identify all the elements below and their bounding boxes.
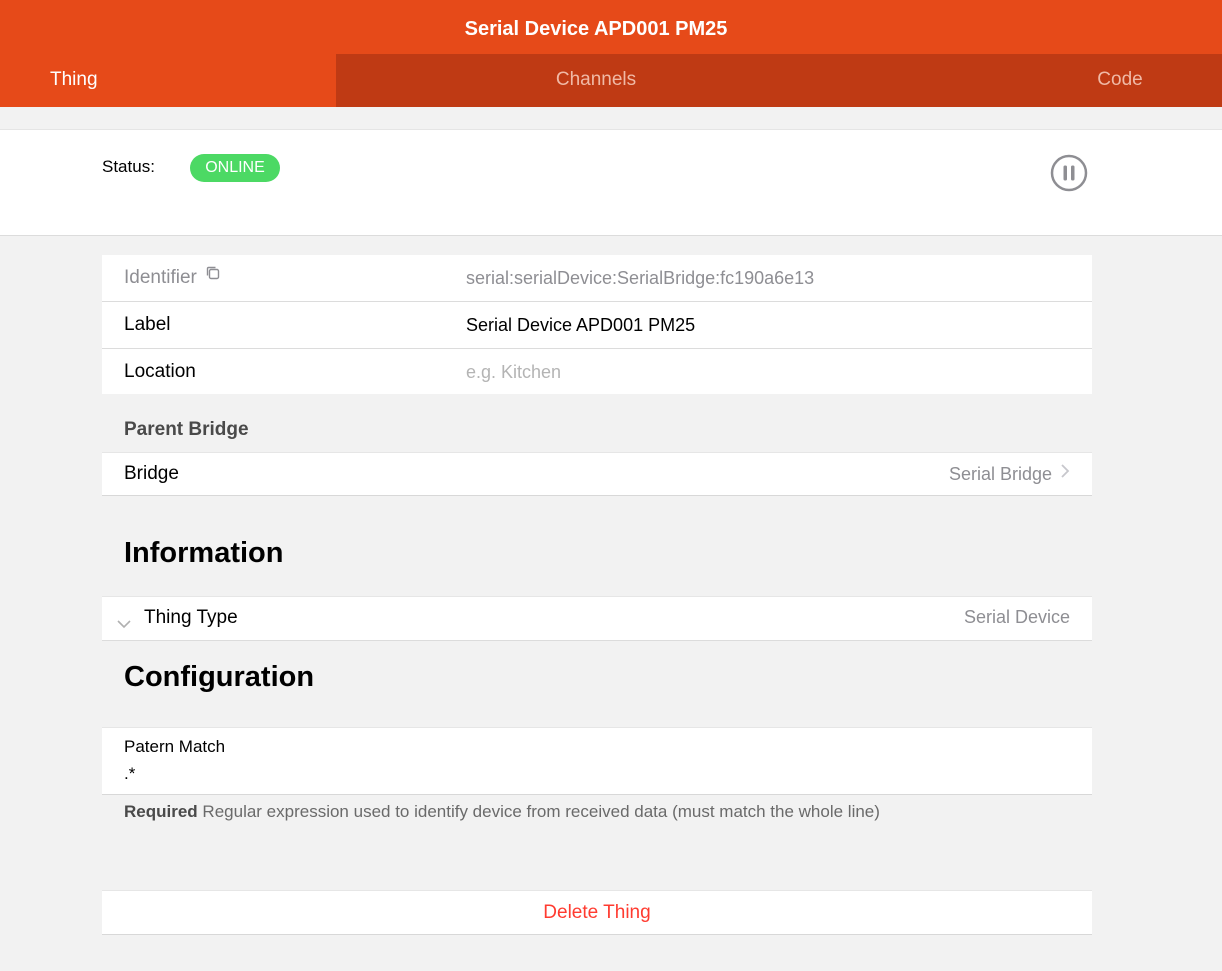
identifier-label: Identifier [124, 267, 221, 289]
chevron-right-icon [1060, 463, 1070, 484]
thing-type-value: Serial Device [963, 607, 1070, 627]
pause-circle-icon [1050, 154, 1088, 192]
tab-channels[interactable]: Channels [336, 54, 856, 107]
configuration-list: Patern Match [102, 727, 1092, 795]
parent-bridge-title: Parent Bridge [124, 419, 249, 440]
identifier-value: serial:serialDevice:SerialBridge:fc190a6… [466, 268, 815, 288]
status-label: Status: [102, 157, 155, 176]
bridge-value: Serial Bridge [949, 464, 1070, 485]
copy-icon[interactable] [205, 265, 221, 287]
identifier-row: Identifier serial:serialDevice:SerialBri… [102, 255, 1092, 302]
thing-type-row[interactable]: Thing Type Serial Device [102, 597, 1092, 640]
required-badge: Required [124, 802, 198, 821]
tab-thing-label: Thing [50, 69, 98, 90]
information-list: Thing Type Serial Device [102, 596, 1092, 641]
pattern-match-help: Required Regular expression used to iden… [124, 802, 880, 822]
tab-bar: Thing Channels Code [0, 54, 1222, 107]
bridge-label: Bridge [124, 463, 179, 484]
identifier-label-text: Identifier [124, 267, 197, 288]
tab-code[interactable]: Code [1060, 54, 1180, 107]
information-title: Information [124, 537, 284, 569]
delete-thing-button[interactable]: Delete Thing [102, 890, 1092, 935]
location-label: Location [124, 361, 196, 382]
label-row: Label [102, 302, 1092, 349]
parent-bridge-list: Bridge Serial Bridge [102, 452, 1092, 496]
configuration-title: Configuration [124, 661, 315, 693]
top-navbar: Serial Device APD001 PM25 Thing Channels… [0, 0, 1222, 107]
pause-button[interactable] [1050, 154, 1088, 192]
thing-details-list: Identifier serial:serialDevice:SerialBri… [102, 255, 1092, 395]
thing-type-label: Thing Type [144, 607, 238, 628]
tab-thing[interactable]: Thing [0, 54, 336, 107]
status-badge: ONLINE [190, 154, 280, 182]
chevron-down-icon [116, 613, 132, 635]
location-row: Location [102, 349, 1092, 395]
pattern-match-input[interactable] [124, 761, 1064, 787]
bridge-value-text: Serial Bridge [948, 464, 1052, 484]
label-label: Label [124, 314, 171, 335]
pattern-match-label: Patern Match [124, 737, 226, 756]
bridge-row[interactable]: Bridge Serial Bridge [102, 453, 1092, 495]
status-card: Status: ONLINE [0, 129, 1222, 236]
pattern-match-help-text: Regular expression used to identify devi… [202, 802, 880, 821]
location-input[interactable] [466, 349, 1066, 395]
page-title: Serial Device APD001 PM25 [464, 18, 728, 40]
label-input[interactable] [466, 302, 1066, 348]
